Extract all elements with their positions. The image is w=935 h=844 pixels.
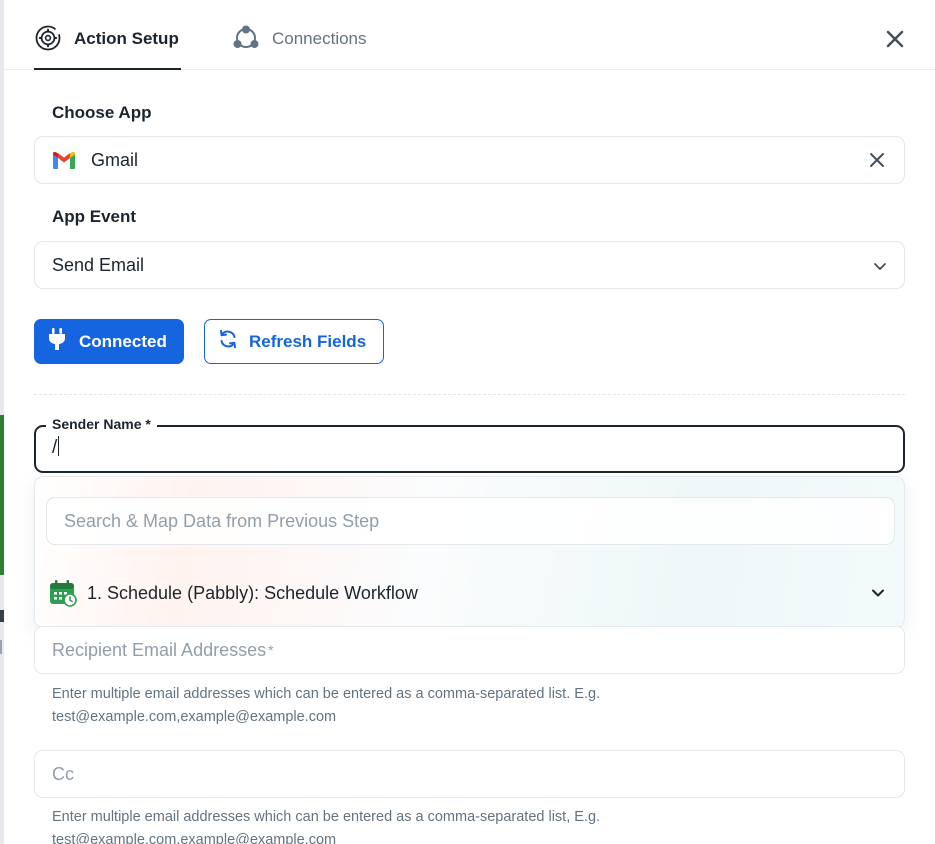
refresh-fields-label: Refresh Fields xyxy=(249,331,367,351)
app-event-select[interactable]: Send Email xyxy=(34,241,905,289)
plug-icon xyxy=(48,327,66,356)
left-panel-accent xyxy=(0,415,4,575)
cc-help-line: test@example.com,example@example.com xyxy=(52,832,337,844)
left-panel-mark xyxy=(0,640,2,654)
app-event-value: Send Email xyxy=(52,254,145,275)
refresh-fields-button[interactable]: Refresh Fields xyxy=(204,319,384,364)
calendar-clock-icon xyxy=(49,579,77,607)
clear-app-icon[interactable] xyxy=(868,151,886,169)
tab-connections-label: Connections xyxy=(272,29,367,48)
choose-app-value: Gmail xyxy=(91,149,139,170)
connections-icon xyxy=(232,24,260,52)
sender-name-label: Sender Name * xyxy=(46,416,157,432)
left-panel-mark xyxy=(0,610,4,622)
map-search-input[interactable]: Search & Map Data from Previous Step xyxy=(46,497,895,545)
connected-button-label: Connected xyxy=(79,331,167,351)
step-item-label: 1. Schedule (Pabbly): Schedule Workflow xyxy=(87,582,418,603)
gear-cycle-icon xyxy=(34,24,62,52)
tab-connections[interactable]: Connections xyxy=(232,24,367,70)
chevron-down-icon[interactable] xyxy=(870,585,886,601)
tab-action-setup-label: Action Setup xyxy=(74,29,179,48)
close-icon[interactable] xyxy=(883,27,907,51)
app-event-label: App Event xyxy=(52,207,137,226)
required-mark: * xyxy=(268,642,274,658)
sender-name-value: / xyxy=(52,436,60,459)
cc-help-text: Enter multiple email addresses which can… xyxy=(52,806,752,844)
cc-help-line: Enter multiple email addresses which can… xyxy=(52,809,601,825)
recipient-email-input[interactable]: Recipient Email Addresses * xyxy=(34,626,905,674)
map-data-dropdown: Search & Map Data from Previous Step 1. … xyxy=(34,476,905,628)
step-item-schedule[interactable]: 1. Schedule (Pabbly): Schedule Workflow xyxy=(49,577,892,609)
tab-bar: Action Setup Connections xyxy=(4,0,935,70)
section-divider xyxy=(34,394,905,395)
sender-name-input[interactable] xyxy=(34,425,905,473)
cc-input[interactable]: Cc xyxy=(34,750,905,798)
text-caret xyxy=(58,436,60,456)
recipient-help-line: test@example.com,example@example.com xyxy=(52,709,337,725)
chevron-down-icon xyxy=(872,258,888,274)
sender-name-text: / xyxy=(52,437,58,458)
connected-button[interactable]: Connected xyxy=(34,319,184,364)
cc-placeholder: Cc xyxy=(52,763,74,784)
choose-app-select[interactable]: Gmail xyxy=(34,136,905,184)
recipient-placeholder: Recipient Email Addresses xyxy=(52,639,267,660)
recipient-help-line: Enter multiple email addresses which can… xyxy=(52,686,601,702)
choose-app-label: Choose App xyxy=(52,103,152,122)
gmail-logo-icon xyxy=(51,150,77,170)
tab-action-setup[interactable]: Action Setup xyxy=(34,24,181,70)
recipient-help-text: Enter multiple email addresses which can… xyxy=(52,683,752,729)
refresh-icon xyxy=(218,329,238,354)
